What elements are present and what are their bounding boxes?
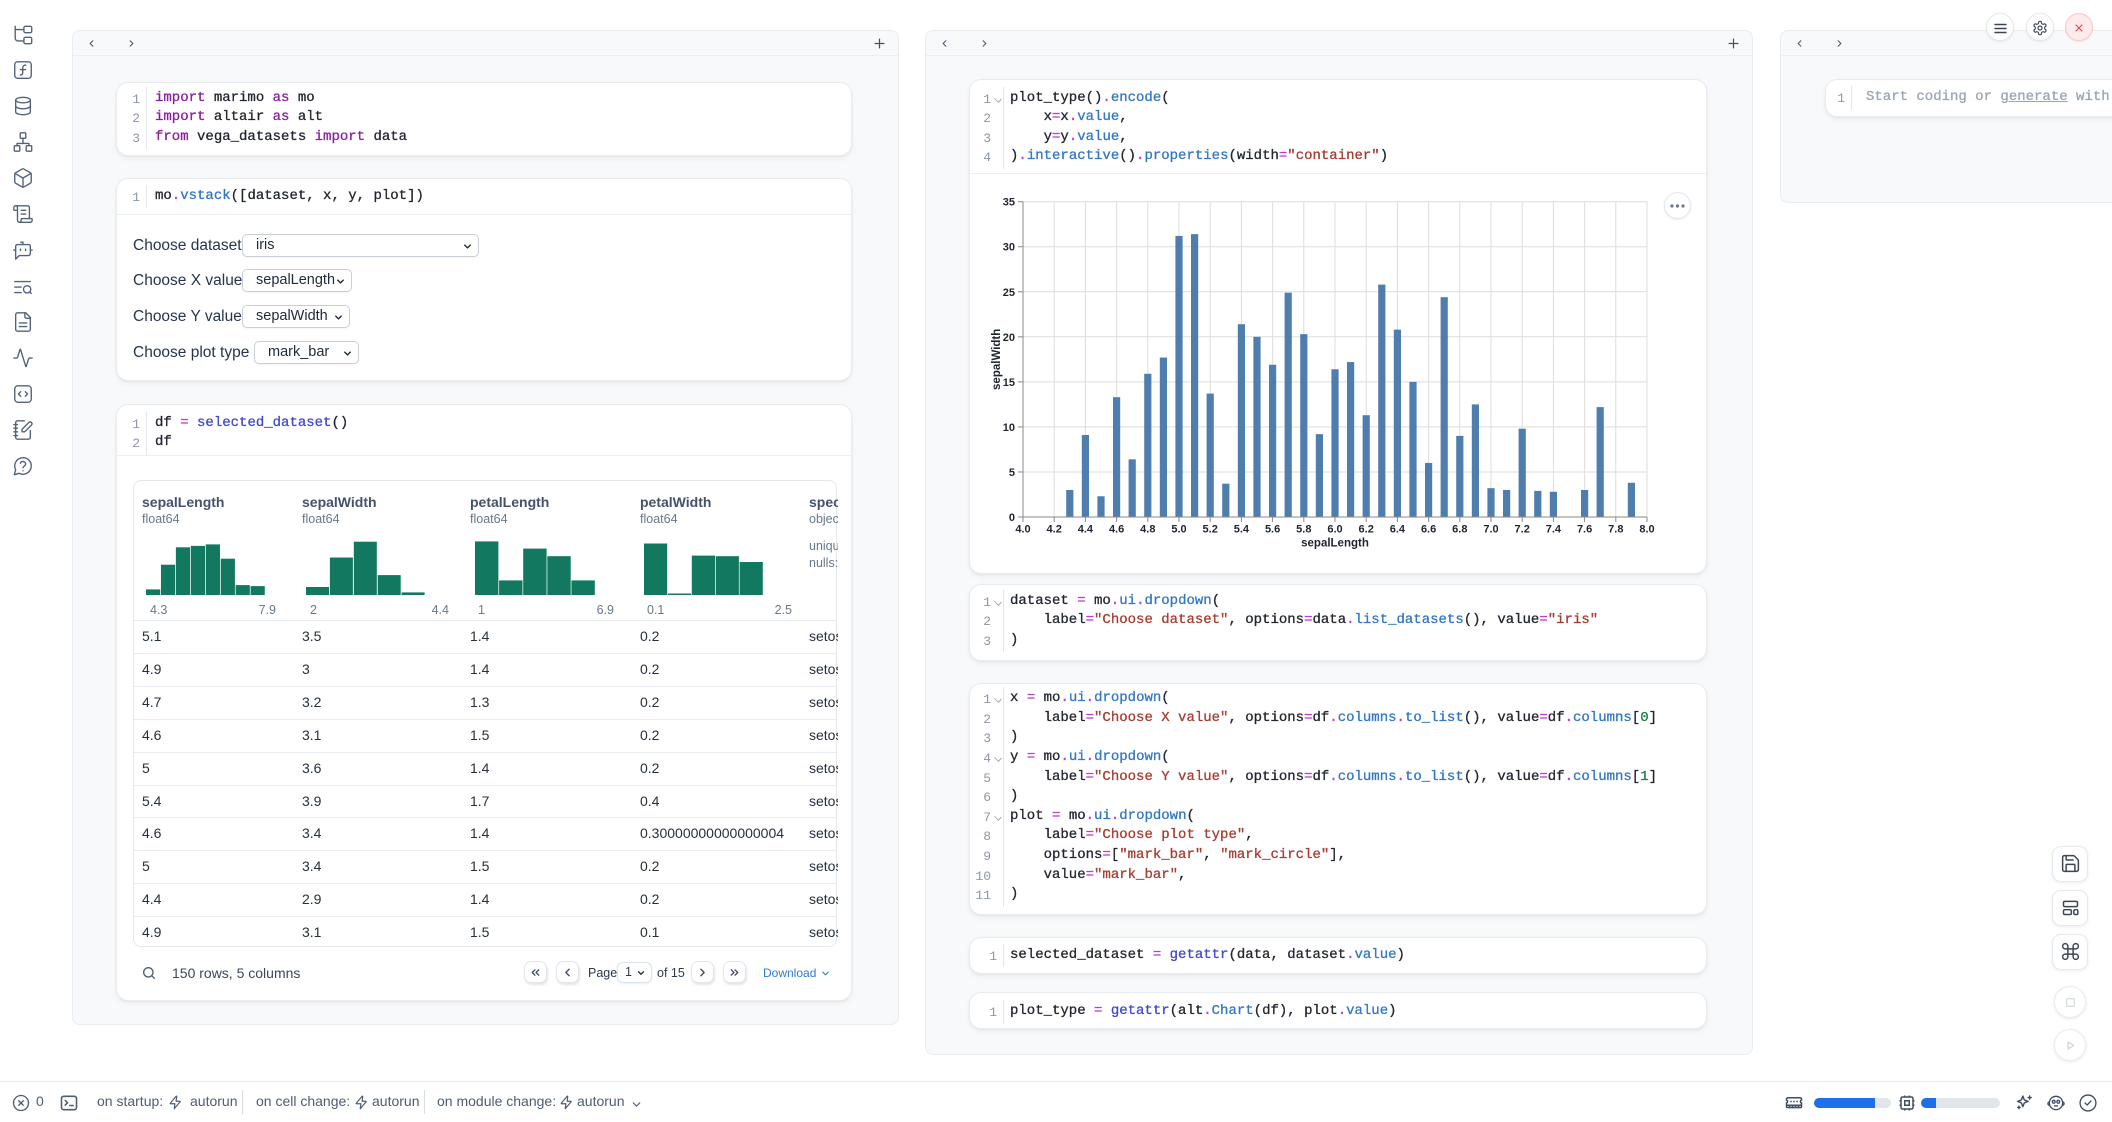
svg-text:8.0: 8.0: [1639, 524, 1654, 536]
svg-text:0: 0: [1009, 512, 1015, 524]
svg-text:6.6: 6.6: [1421, 524, 1436, 536]
svg-text:6.0: 6.0: [1327, 524, 1342, 536]
svg-text:4.4: 4.4: [1078, 524, 1094, 536]
svg-text:6.4: 6.4: [1390, 524, 1406, 536]
svg-text:5.2: 5.2: [1203, 524, 1218, 536]
svg-text:7.6: 7.6: [1577, 524, 1592, 536]
svg-text:35: 35: [1003, 197, 1015, 209]
svg-text:5.0: 5.0: [1171, 524, 1186, 536]
svg-text:sepalLength: sepalLength: [1301, 538, 1369, 550]
svg-text:5.4: 5.4: [1234, 524, 1250, 536]
svg-text:10: 10: [1003, 422, 1015, 434]
svg-text:4.8: 4.8: [1140, 524, 1155, 536]
svg-text:sepalWidth: sepalWidth: [991, 329, 1003, 390]
svg-text:4.0: 4.0: [1015, 524, 1030, 536]
svg-text:4.2: 4.2: [1047, 524, 1062, 536]
svg-text:7.2: 7.2: [1515, 524, 1530, 536]
svg-text:5.8: 5.8: [1296, 524, 1311, 536]
svg-text:6.8: 6.8: [1452, 524, 1467, 536]
svg-text:5.6: 5.6: [1265, 524, 1280, 536]
svg-text:4.6: 4.6: [1109, 524, 1124, 536]
svg-text:5: 5: [1009, 467, 1015, 479]
svg-text:7.8: 7.8: [1608, 524, 1623, 536]
svg-text:20: 20: [1003, 332, 1015, 344]
svg-text:25: 25: [1003, 287, 1015, 299]
svg-text:7.4: 7.4: [1546, 524, 1562, 536]
svg-text:15: 15: [1003, 377, 1015, 389]
svg-text:30: 30: [1003, 242, 1015, 254]
svg-text:6.2: 6.2: [1359, 524, 1374, 536]
svg-text:7.0: 7.0: [1483, 524, 1498, 536]
